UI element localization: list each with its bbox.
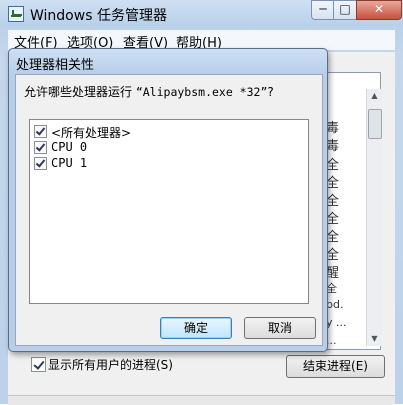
dialog-body: 允许哪些处理器运行 “Alipaybsm.exe *32”? <所有处理器> C… [15,74,323,346]
checkbox-cpu0[interactable] [34,141,47,154]
checkmark-icon [33,358,45,370]
checkmark-icon [35,125,46,136]
task-manager-icon [8,6,24,22]
checkbox-cpu1[interactable] [34,157,47,170]
minimize-button[interactable]: ─ [311,0,335,20]
process-list-scrollbar[interactable]: ▲ ▼ [366,89,382,346]
prompt-suffix: ? [267,85,274,99]
checkmark-icon [35,157,46,168]
dialog-prompt: 允许哪些处理器运行 “Alipaybsm.exe *32”? [24,83,274,100]
dialog-title: 处理器相关性 [16,58,95,73]
processor-item-label: <所有处理器> [51,126,132,140]
title-bar: Windows 任务管理器 ─ □ ✕ [0,0,403,28]
window-title: Windows 任务管理器 [30,8,167,24]
scroll-down-arrow-icon[interactable]: ▼ [367,332,382,346]
maximize-button[interactable]: □ [333,0,357,20]
menu-bar: 文件(F) 选项(O) 查看(V) 帮助(H) [8,30,395,51]
process-text: pd. [326,298,344,311]
show-all-processes-checkbox[interactable] [31,357,46,372]
checkbox-all-processors[interactable] [34,125,47,138]
end-process-button[interactable]: 结束进程(E) [286,355,385,378]
process-text: y ... [326,316,347,329]
scroll-up-arrow-icon[interactable]: ▲ [367,89,382,103]
prompt-process-name: “Alipaybsm.exe *32” [135,85,268,99]
processor-item-label: CPU 0 [51,140,88,154]
close-button[interactable]: ✕ [356,0,402,20]
processor-list: <所有处理器> CPU 0 CPU 1 [29,119,309,304]
scroll-thumb[interactable] [368,109,382,139]
ok-button[interactable]: 确定 [160,317,232,339]
cancel-button[interactable]: 取消 [244,317,316,339]
prompt-prefix: 允许哪些处理器运行 [24,85,136,99]
checkmark-icon [35,141,46,152]
processor-affinity-dialog: 处理器相关性 允许哪些处理器运行 “Alipaybsm.exe *32”? <所… [8,48,328,352]
processor-item-label: CPU 1 [51,156,88,170]
show-all-processes-label: 显示所有用户的进程(S) [48,358,173,372]
